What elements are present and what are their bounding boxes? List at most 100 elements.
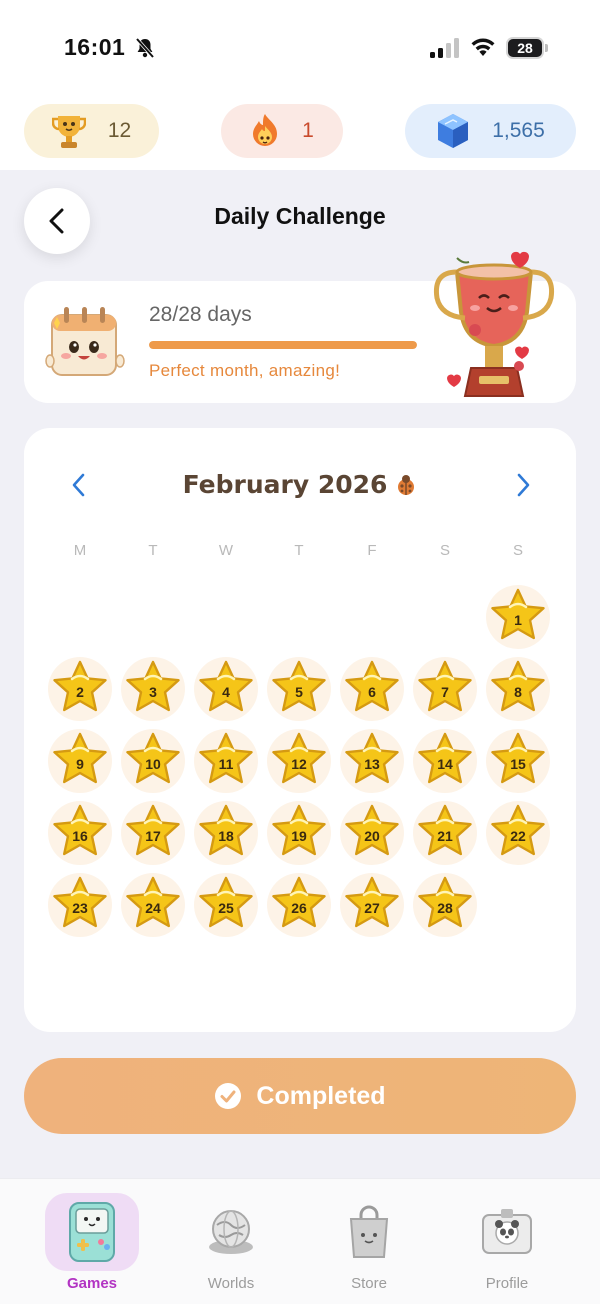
streak-counter[interactable]: 1: [221, 104, 343, 158]
calendar-day[interactable]: 12: [267, 729, 331, 793]
calendar-day-number: 13: [364, 755, 380, 772]
calendar-day-number: 24: [145, 899, 161, 916]
calendar-day-number: 26: [291, 899, 307, 916]
globe-icon: [209, 1210, 253, 1254]
tab-profile-icon-wrap: [460, 1193, 554, 1271]
tab-store[interactable]: Store: [309, 1179, 429, 1304]
progress-days: 28/28 days: [149, 303, 252, 326]
calendar-day[interactable]: 23: [48, 873, 112, 937]
tab-worlds-label: Worlds: [207, 1275, 255, 1292]
weekday-label: T: [148, 542, 158, 559]
calendar-day-number: 10: [145, 755, 161, 772]
calendar-day[interactable]: 8: [486, 657, 550, 721]
tab-bar: Games Worlds Store Profile: [0, 1178, 600, 1304]
calendar-day[interactable]: 11: [194, 729, 258, 793]
calendar-day-number: 11: [218, 755, 234, 772]
gem-counter[interactable]: 1,565: [405, 104, 576, 158]
calendar-day[interactable]: 13: [340, 729, 404, 793]
calendar-day-number: 4: [222, 683, 230, 700]
progress-message: Perfect month, amazing!: [149, 361, 341, 380]
calendar-day[interactable]: 14: [413, 729, 477, 793]
calendar-day[interactable]: 9: [48, 729, 112, 793]
calendar-day-number: 9: [76, 755, 84, 772]
game-console-icon: [69, 1202, 115, 1262]
tab-worlds[interactable]: Worlds: [171, 1179, 291, 1304]
completed-label: Completed: [256, 1081, 386, 1110]
calendar-day-number: 6: [368, 683, 376, 700]
calendar-day-number: 14: [437, 755, 453, 772]
calendar-day-number: 15: [510, 755, 526, 772]
silent-bell-icon: [135, 37, 155, 59]
calendar-day-number: 3: [149, 683, 157, 700]
weekday-label: F: [367, 542, 377, 559]
trophy-counter[interactable]: 12: [24, 104, 159, 158]
calendar-day[interactable]: 1: [486, 585, 550, 649]
shopping-bag-icon: [349, 1205, 389, 1258]
calendar-day[interactable]: 7: [413, 657, 477, 721]
calendar-day-number: 16: [72, 827, 88, 844]
month-title: February 2026: [24, 470, 576, 499]
ladybug-icon: [398, 474, 415, 495]
battery-tip: [545, 44, 548, 52]
calendar-mascot-icon: [45, 307, 125, 376]
progress-bar: [149, 341, 417, 349]
calendar-day[interactable]: 20: [340, 801, 404, 865]
calendar-day[interactable]: 15: [486, 729, 550, 793]
calendar-day-number: 7: [441, 683, 449, 700]
calendar-day[interactable]: 17: [121, 801, 185, 865]
trophy-count: 12: [107, 119, 132, 142]
calendar-day[interactable]: 26: [267, 873, 331, 937]
calendar-day[interactable]: 25: [194, 873, 258, 937]
calendar-day[interactable]: 3: [121, 657, 185, 721]
calendar-day[interactable]: 22: [486, 801, 550, 865]
next-month-button[interactable]: [510, 472, 534, 498]
calendar-day[interactable]: 21: [413, 801, 477, 865]
tab-games[interactable]: Games: [32, 1179, 152, 1304]
status-time: 16:01: [64, 34, 126, 60]
calendar-day-number: 21: [437, 827, 453, 844]
completed-button[interactable]: Completed: [24, 1058, 576, 1134]
calendar-day[interactable]: 2: [48, 657, 112, 721]
calendar-day[interactable]: 24: [121, 873, 185, 937]
calendar-day-number: 28: [437, 899, 453, 916]
calendar-day[interactable]: 10: [121, 729, 185, 793]
weekday-label: T: [294, 542, 304, 559]
weekday-label: S: [439, 542, 450, 559]
calendar-day[interactable]: 27: [340, 873, 404, 937]
calendar-day[interactable]: 28: [413, 873, 477, 937]
tab-store-label: Store: [351, 1275, 387, 1292]
calendar-day[interactable]: 16: [48, 801, 112, 865]
gem-count: 1,565: [492, 119, 545, 142]
calendar-day[interactable]: 18: [194, 801, 258, 865]
calendar-day[interactable]: 5: [267, 657, 331, 721]
status-bar: 16:01 28: [0, 0, 600, 96]
tab-games-icon-wrap: [45, 1193, 139, 1271]
calendar-day-number: 1: [514, 611, 522, 628]
gem-cube-icon: [438, 114, 469, 148]
battery-level: 28: [508, 39, 542, 57]
calendar-day-number: 19: [291, 827, 307, 844]
calendar-day[interactable]: 6: [340, 657, 404, 721]
wifi-icon: [471, 38, 495, 56]
calendar-day-number: 8: [514, 683, 522, 700]
calendar-day-number: 18: [218, 827, 234, 844]
weekday-label: S: [512, 542, 523, 559]
tab-profile-label: Profile: [485, 1275, 529, 1292]
trophy-icon: [51, 116, 86, 148]
progress-bar-fill: [149, 341, 417, 349]
tab-profile[interactable]: Profile: [447, 1179, 567, 1304]
calendar-day-number: 2: [76, 683, 84, 700]
weekday-label: W: [218, 542, 234, 559]
calendar-day-number: 12: [291, 755, 307, 772]
battery-indicator: 28: [506, 37, 544, 59]
calendar-day[interactable]: 4: [194, 657, 258, 721]
calendar-day-number: 27: [364, 899, 380, 916]
id-badge-icon: [482, 1209, 532, 1254]
streak-count: 1: [302, 119, 314, 142]
tab-games-label: Games: [66, 1275, 118, 1292]
weekday-label: M: [73, 542, 87, 559]
month-label: February 2026: [182, 470, 388, 499]
calendar-card: February 2026 M T W T F S S 1 2 3 4 5 6 7 8 9 10 11 12 13 14…: [24, 428, 576, 1032]
calendar-day[interactable]: 19: [267, 801, 331, 865]
calendar-day-number: 25: [218, 899, 234, 916]
